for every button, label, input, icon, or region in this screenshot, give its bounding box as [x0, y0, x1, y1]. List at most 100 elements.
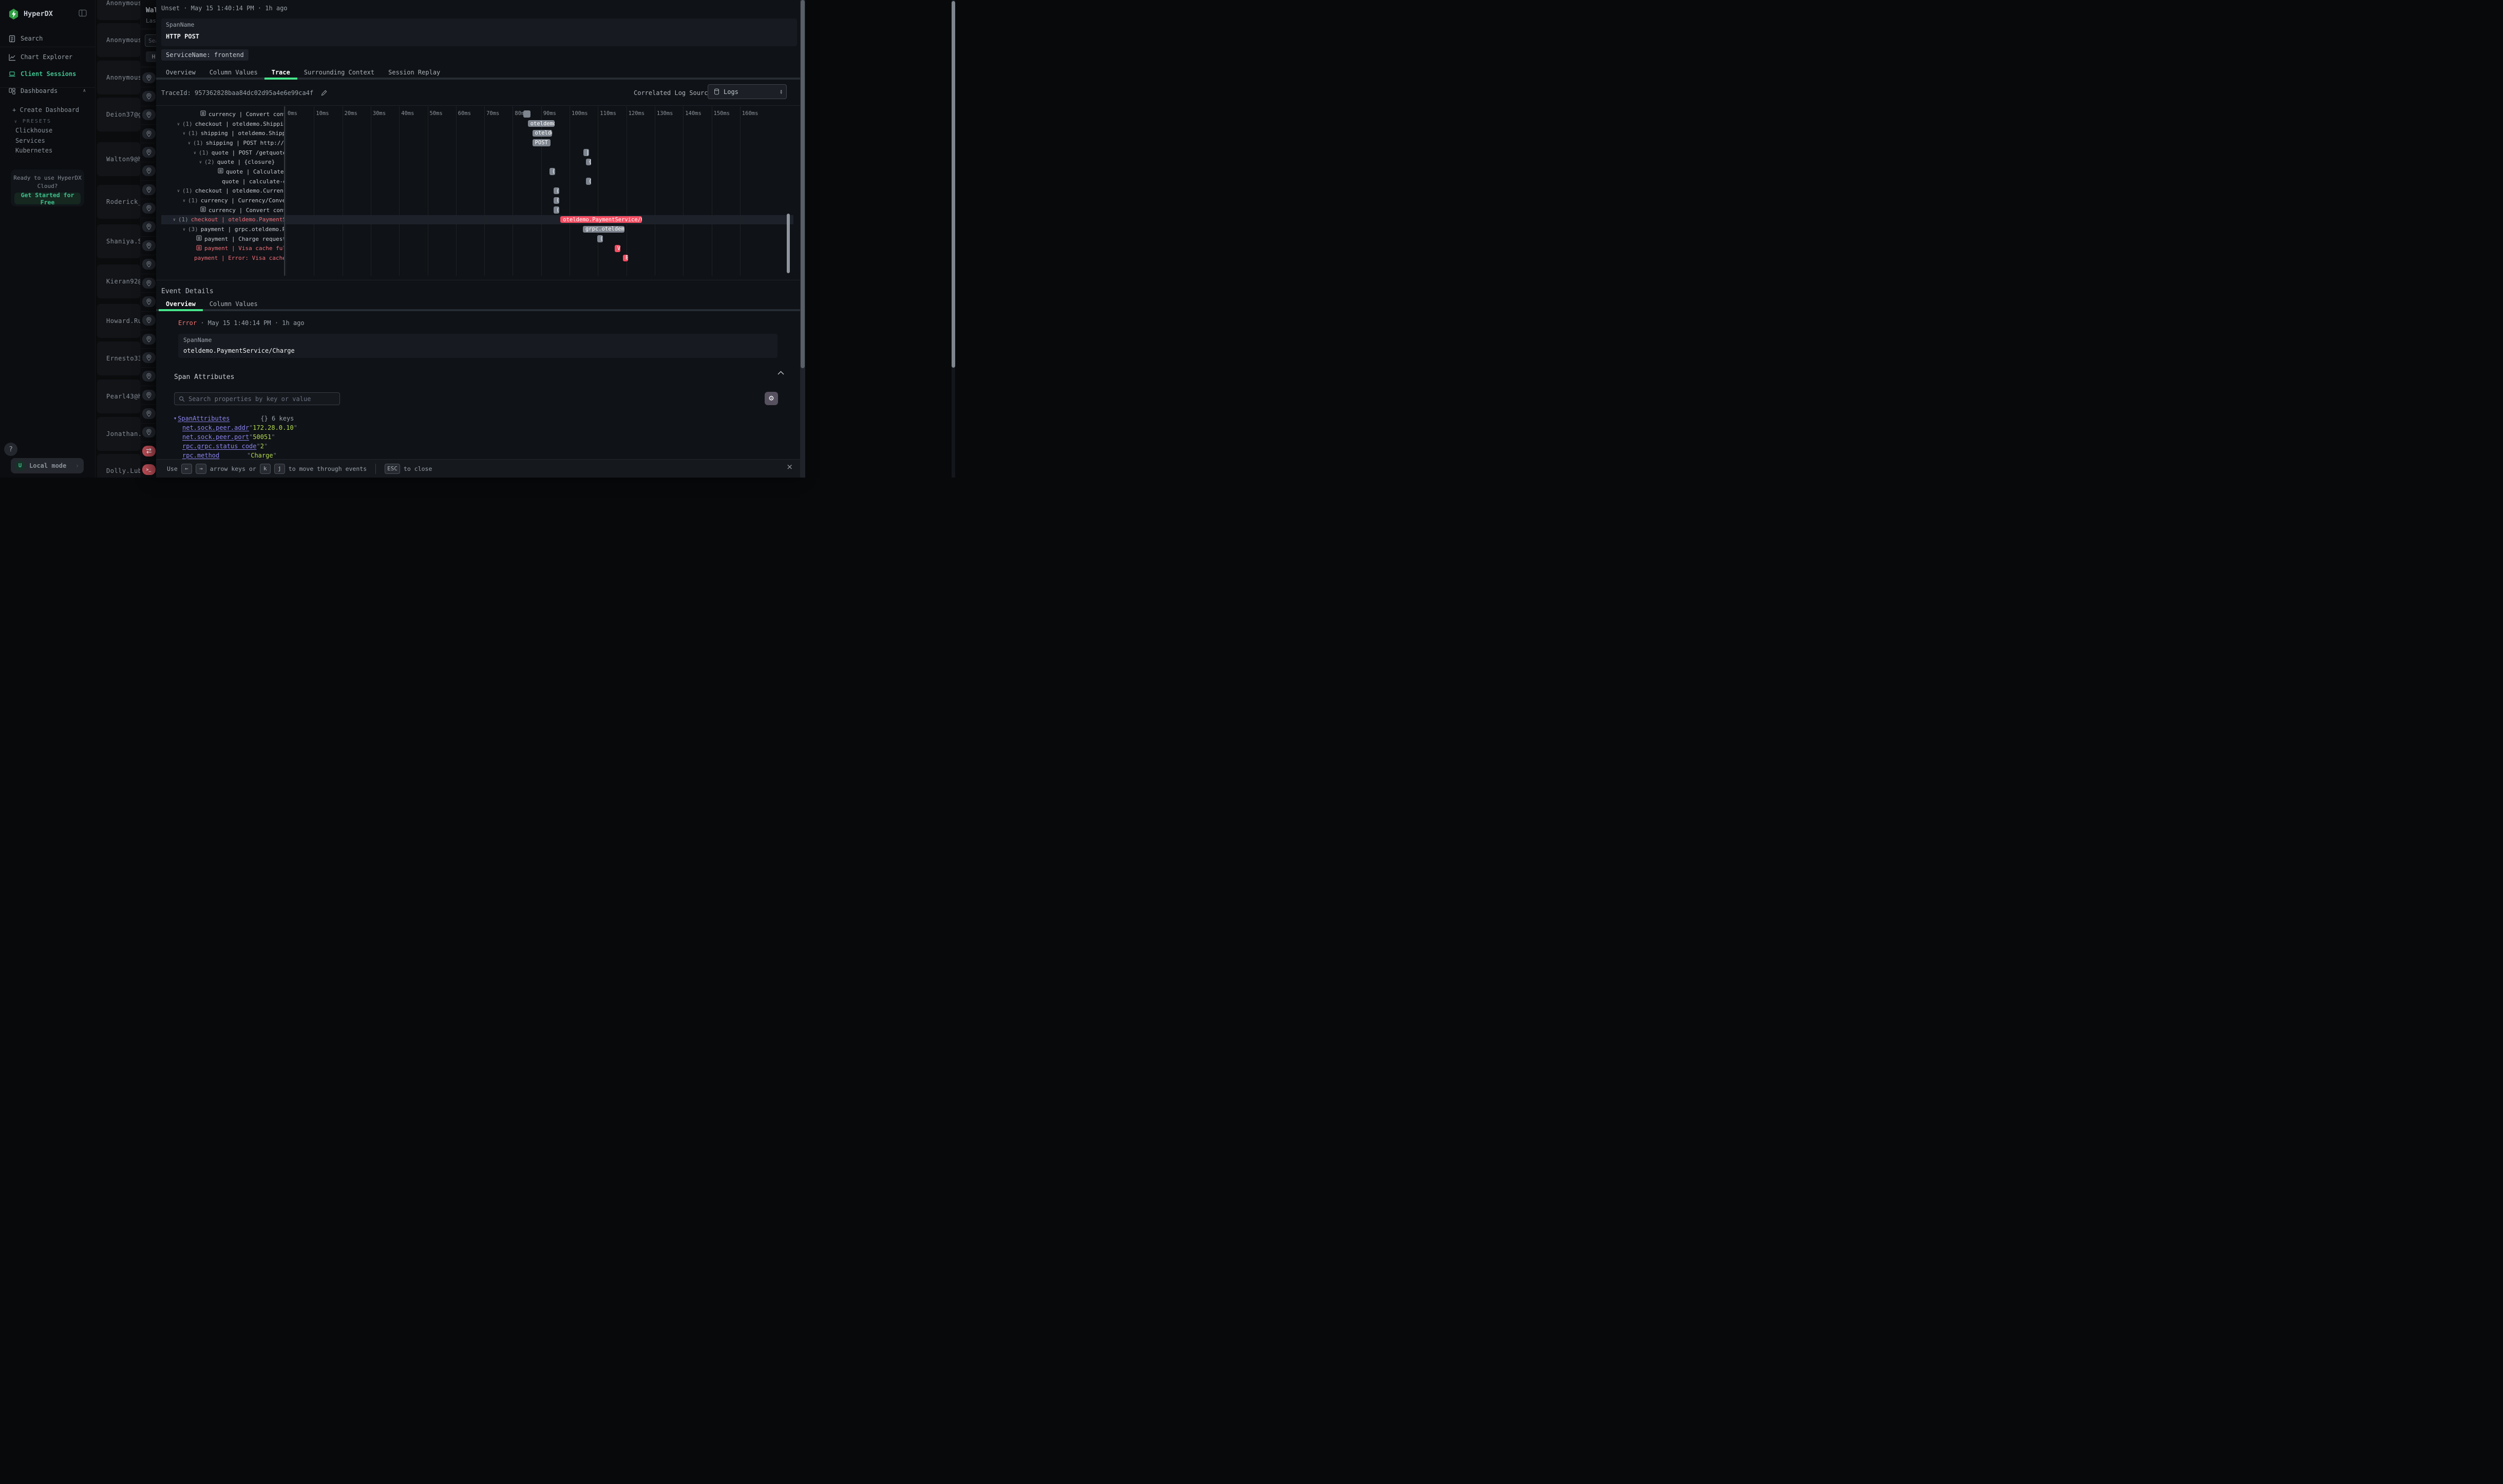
session-card[interactable]: Walton9@ho [97, 142, 140, 176]
tab-surrounding-context[interactable]: Surrounding Context [304, 69, 374, 76]
log-source-select[interactable]: Logs ▲▼ [708, 84, 787, 99]
trace-span-row[interactable]: ∨(1)shipping | POST http://quo… [161, 138, 285, 148]
trace-span-row[interactable]: payment | Error: Visa cache ful… [161, 253, 285, 263]
trace-span-row[interactable]: quote | Calculated q… [161, 167, 285, 177]
attribute-root-row[interactable]: ▼SpanAttributes{} 6 keys [174, 414, 636, 423]
span-duration-bar[interactable]: | [583, 149, 589, 156]
session-event-cell[interactable] [141, 68, 157, 87]
attribute-row[interactable]: rpc.grpc.status_code"2" [174, 442, 636, 451]
tab-column-values[interactable]: Column Values [210, 300, 258, 308]
trace-span-row[interactable]: ∨(1)checkout | oteldemo.ShippingSe… [161, 119, 285, 129]
trace-span-row[interactable]: payment | Charge request rec… [161, 234, 285, 244]
span-duration-bar[interactable]: ( [554, 206, 559, 214]
preset-item-kubernetes[interactable]: Kubernetes [15, 147, 52, 154]
trace-span-row[interactable]: ∨(1)checkout | oteldemo.CurrencySe… [161, 186, 285, 196]
get-started-button[interactable]: Get Started for Free [14, 193, 81, 204]
trace-span-row[interactable]: payment | Visa cache full: c… [161, 244, 285, 254]
sidebar-item-chart-explorer[interactable]: Chart Explorer [0, 51, 95, 63]
expand-chevron-icon[interactable]: ∨ [183, 131, 185, 136]
local-mode-button[interactable]: U Local mode › [11, 458, 84, 473]
span-duration-bar[interactable]: POST h [533, 139, 551, 146]
session-card[interactable]: Dolly.Lubc [97, 454, 140, 478]
session-event-cell[interactable] [141, 311, 157, 330]
session-card[interactable]: Anonymous [97, 23, 140, 57]
session-card[interactable]: Ernesto33@ [97, 341, 140, 375]
trace-span-row[interactable]: ∨(1)checkout | oteldemo.PaymentServi… [161, 215, 285, 225]
span-duration-bar[interactable]: ( [549, 168, 555, 175]
trace-span-row[interactable]: ∨(1)quote | POST /getquote [161, 148, 285, 158]
tab-session-replay[interactable]: Session Replay [388, 69, 440, 76]
session-event-cell[interactable] [141, 367, 157, 386]
page-scrollbar[interactable] [800, 0, 805, 478]
session-event-cell[interactable] [141, 87, 157, 106]
session-event-cell[interactable] [141, 255, 157, 274]
expand-chevron-icon[interactable]: ∨ [194, 150, 196, 155]
session-card[interactable]: Deion37@gm [97, 98, 140, 131]
span-duration-bar[interactable]: oteldemo [533, 130, 552, 137]
span-duration-bar[interactable]: ( [554, 187, 559, 195]
session-card[interactable]: Roderick_S [97, 185, 140, 219]
session-event-cell[interactable] [141, 199, 157, 218]
k-key[interactable]: k [260, 464, 271, 474]
session-card[interactable]: Howard.Rur [97, 304, 140, 338]
trace-span-row[interactable]: ∨(3)payment | grpc.oteldemo.Paymen… [161, 224, 285, 234]
session-card[interactable]: Anonymous [97, 61, 140, 94]
arrow-left-key[interactable]: ← [181, 464, 192, 474]
span-duration-bar[interactable]: E [623, 255, 628, 262]
session-event-cell[interactable] [141, 442, 157, 461]
collapse-chevron-icon[interactable] [778, 371, 784, 375]
session-event-cell[interactable] [141, 236, 157, 255]
attribute-row[interactable]: net.sock.peer.port"50051" [174, 432, 636, 442]
session-event-cell[interactable] [141, 180, 157, 199]
sidebar-item-dashboards[interactable]: Dashboards∧ [0, 85, 95, 97]
tab-column-values[interactable]: Column Values [210, 69, 258, 76]
expand-chevron-icon[interactable]: ∨ [177, 122, 180, 126]
expand-chevron-icon[interactable]: ∨ [188, 141, 191, 145]
tab-trace[interactable]: Trace [272, 69, 290, 76]
attribute-row[interactable]: net.sock.peer.addr"172.28.0.10" [174, 423, 636, 432]
span-duration-bar[interactable]: grpc.oteldemo. [583, 226, 624, 233]
tab-overview[interactable]: Overview [166, 69, 196, 76]
expand-chevron-icon[interactable]: ∨ [177, 188, 180, 193]
expand-chevron-icon[interactable]: ∨ [183, 198, 185, 203]
tab-overview[interactable]: Overview [166, 300, 196, 308]
expand-chevron-icon[interactable]: ∨ [183, 227, 185, 232]
close-icon[interactable]: × [786, 462, 793, 471]
session-card[interactable]: Jonathan.E [97, 417, 140, 451]
span-duration-bar[interactable]: oteldemo.PaymentService/Char [560, 216, 642, 223]
trace-span-row[interactable]: currency | Convert convers… [161, 109, 285, 119]
presets-group-toggle[interactable]: ∨ PRESETS [0, 115, 95, 127]
trace-span-row[interactable]: currency | Convert convers… [161, 205, 285, 215]
span-duration-bar[interactable]: oteldemo. [528, 120, 555, 127]
trace-span-row[interactable]: ∨(1)shipping | oteldemo.Shipping… [161, 128, 285, 138]
esc-key[interactable]: ESC [385, 464, 400, 474]
session-event-cell[interactable] [141, 218, 157, 237]
session-event-cell[interactable] [141, 162, 157, 181]
span-duration-bar[interactable]: { [586, 159, 591, 166]
trace-span-row[interactable]: ∨(2)quote | {closure} [161, 157, 285, 167]
edit-pencil-icon[interactable] [320, 89, 328, 97]
preset-item-clickhouse[interactable]: Clickhouse [15, 127, 52, 134]
span-duration-bar[interactable] [523, 110, 530, 118]
session-card[interactable]: Shaniya.Sc [97, 224, 140, 258]
expand-chevron-icon[interactable]: ∨ [199, 160, 202, 164]
service-name-chip[interactable]: ServiceName: frontend [161, 49, 249, 61]
session-event-cell[interactable] [141, 292, 157, 311]
panel-scrollbar[interactable] [952, 0, 955, 478]
session-event-cell[interactable] [141, 330, 157, 349]
sidebar-collapse-icon[interactable] [79, 9, 87, 17]
session-event-cell[interactable] [141, 143, 157, 162]
session-card[interactable]: Kieran92@h [97, 264, 140, 298]
session-search-input[interactable]: Sea [145, 34, 157, 47]
session-event-cell[interactable]: >_ [141, 460, 157, 478]
span-duration-bar[interactable]: ( [597, 235, 603, 242]
sidebar-item-search[interactable]: Search [0, 32, 95, 45]
session-event-cell[interactable] [141, 386, 157, 405]
session-card[interactable]: Pearl43@hc [97, 379, 140, 413]
highlighted-toggle[interactable]: H [146, 51, 157, 62]
session-event-cell[interactable] [141, 124, 157, 143]
gear-icon[interactable]: ⚙ [765, 392, 778, 405]
create-dashboard-button[interactable]: + Create Dashboard [0, 104, 95, 116]
session-event-cell[interactable] [141, 106, 157, 125]
session-event-cell[interactable] [141, 348, 157, 367]
